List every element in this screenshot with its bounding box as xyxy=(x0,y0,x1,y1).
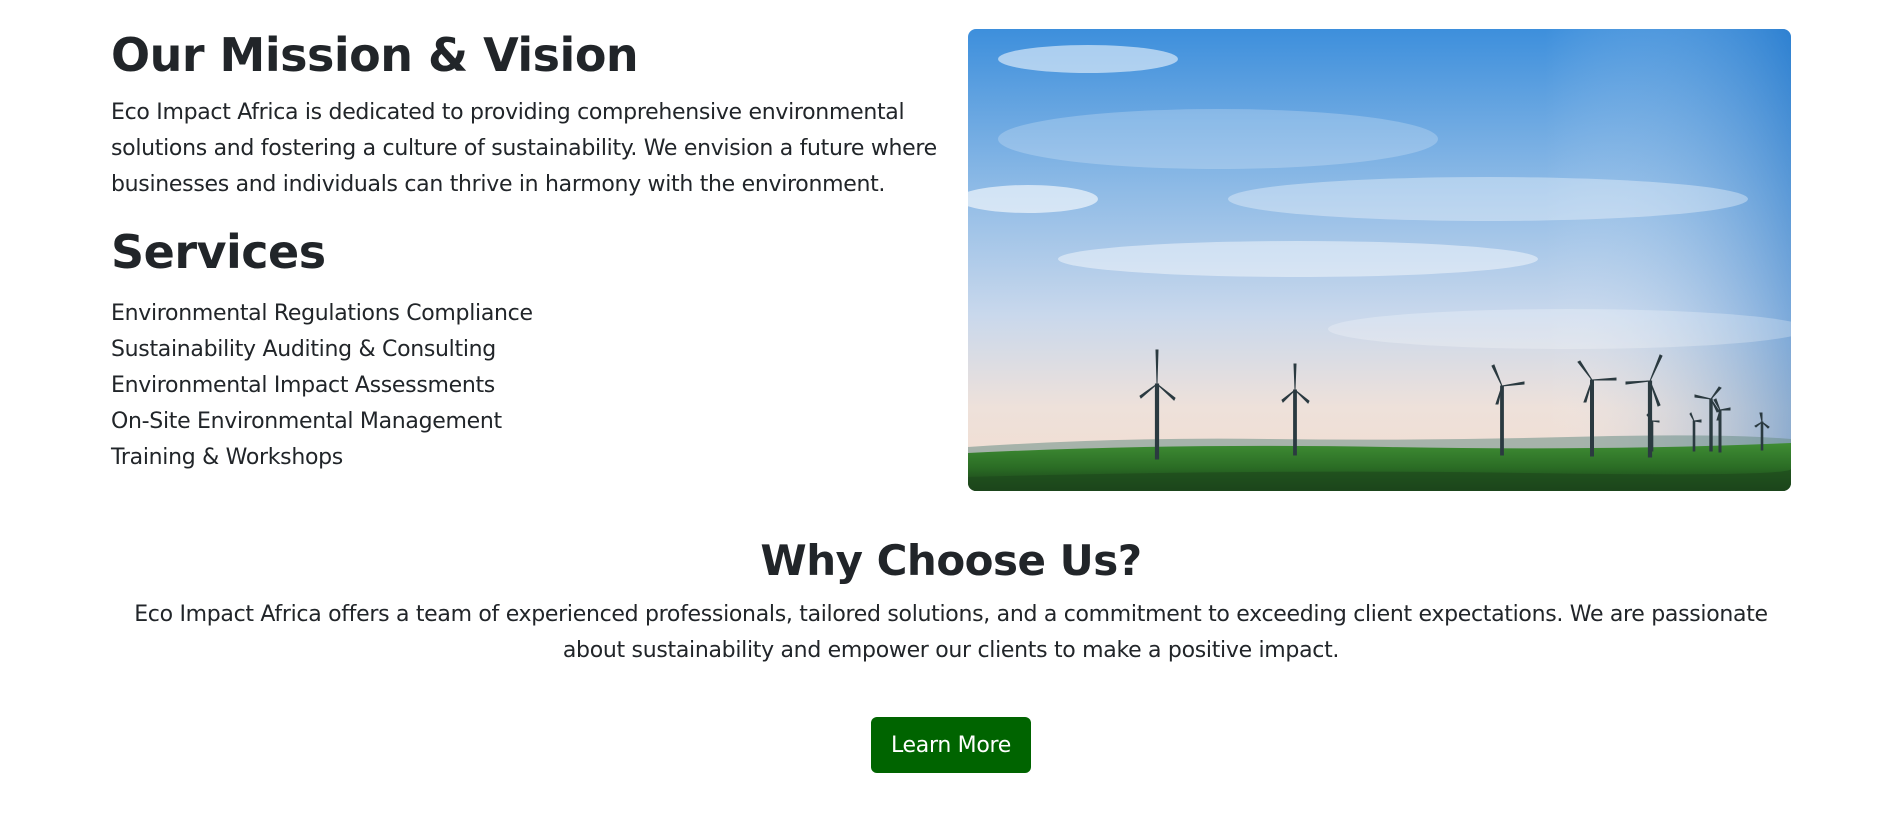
services-title: Services xyxy=(111,225,326,279)
service-item: On-Site Environmental Management xyxy=(111,409,502,434)
mission-title: Our Mission & Vision xyxy=(111,28,639,82)
service-item: Environmental Impact Assessments xyxy=(111,373,495,398)
service-item: Sustainability Auditing & Consulting xyxy=(111,337,496,362)
service-item: Training & Workshops xyxy=(111,445,343,470)
mission-text: Eco Impact Africa is dedicated to provid… xyxy=(111,100,937,197)
service-item: Environmental Regulations Compliance xyxy=(111,301,533,326)
why-title: Why Choose Us? xyxy=(760,536,1142,585)
mission-services-section: Our Mission & Vision Eco Impact Africa i… xyxy=(111,29,1791,491)
page: Our Mission & Vision Eco Impact Africa i… xyxy=(0,0,1888,837)
why-choose-us-section: Why Choose Us? Eco Impact Africa offers … xyxy=(111,535,1791,669)
services-list: Environmental Regulations Compliance Sus… xyxy=(111,296,533,476)
why-text: Eco Impact Africa offers a team of exper… xyxy=(134,602,1768,663)
wind-turbines-image xyxy=(968,29,1791,491)
learn-more-button[interactable]: Learn More xyxy=(871,717,1031,773)
